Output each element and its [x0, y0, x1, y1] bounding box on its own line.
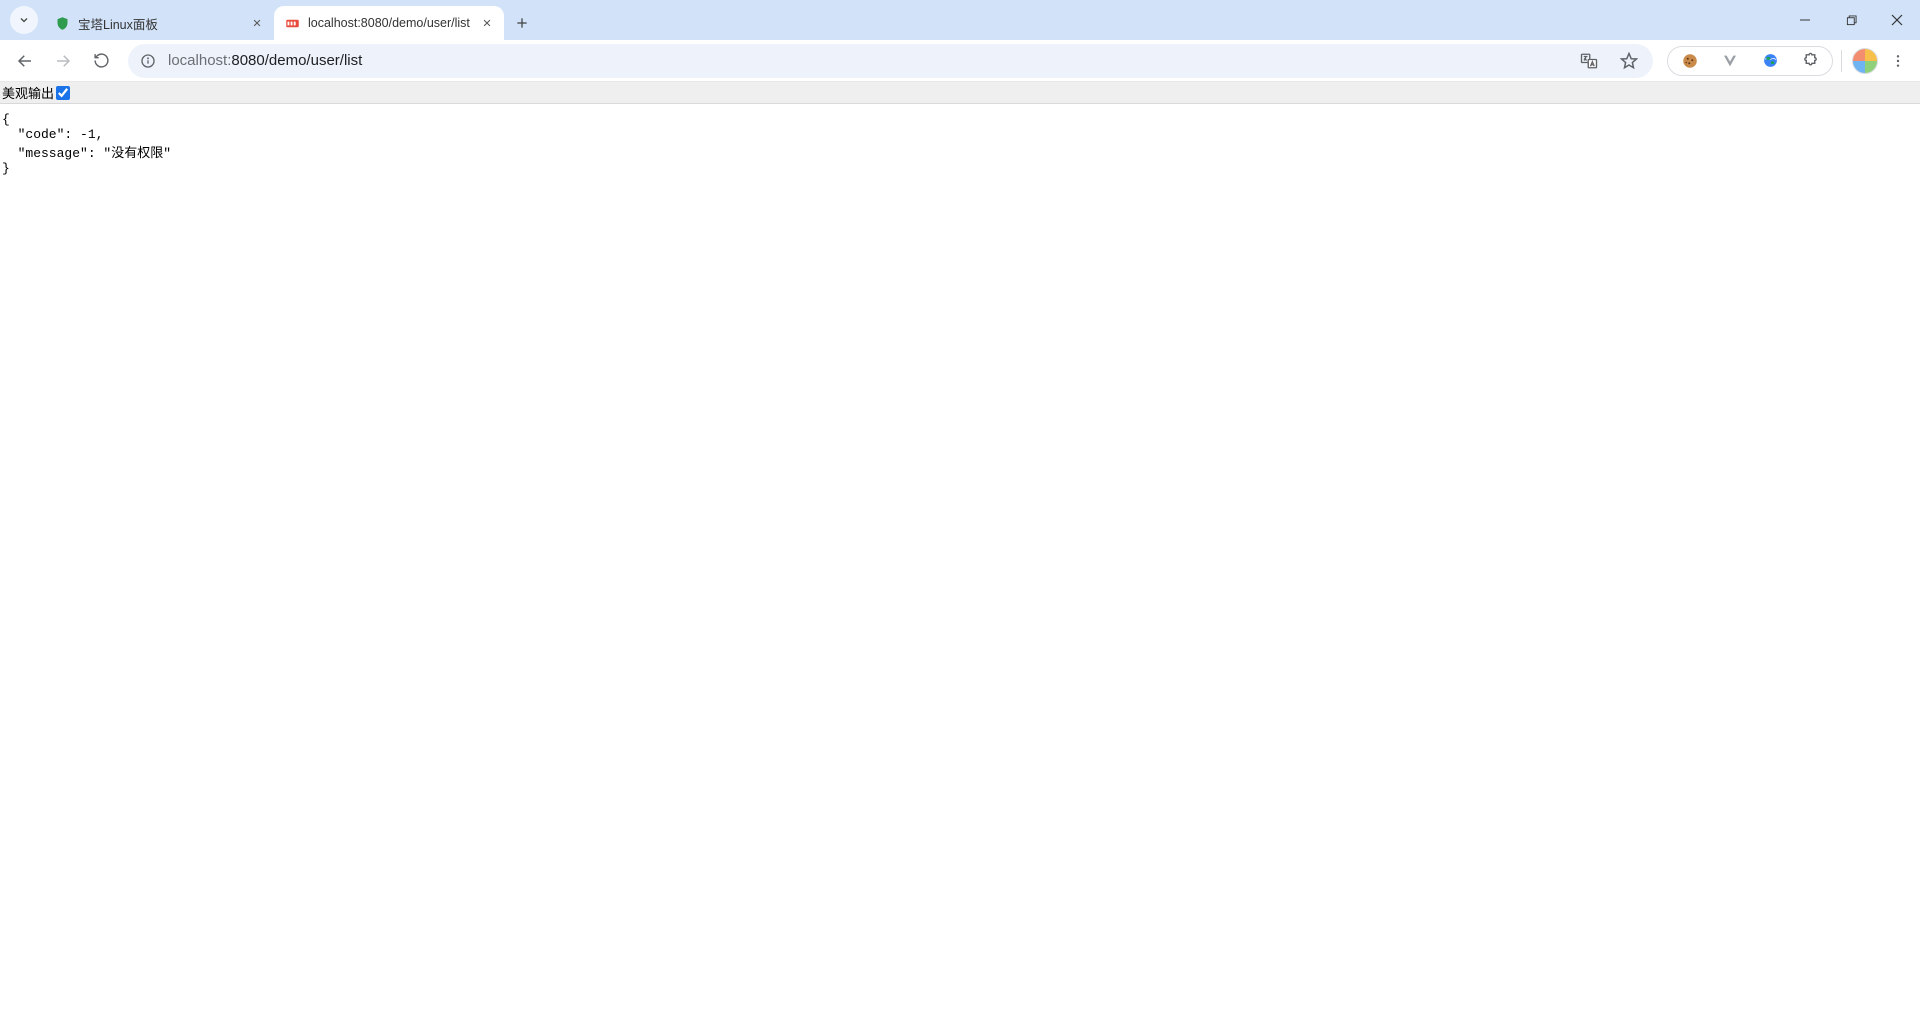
back-button[interactable]	[8, 44, 42, 78]
arrow-left-icon	[16, 52, 34, 70]
extension-cookie-button[interactable]	[1676, 47, 1704, 75]
tab-localhost[interactable]: localhost:8080/demo/user/list	[274, 6, 504, 40]
plus-icon	[515, 16, 529, 30]
window-close-button[interactable]	[1874, 0, 1920, 40]
profile-avatar[interactable]	[1852, 48, 1878, 74]
extension-v-button[interactable]	[1716, 47, 1744, 75]
close-icon	[482, 18, 492, 28]
kebab-icon	[1890, 53, 1906, 69]
forward-button[interactable]	[46, 44, 80, 78]
tab-close-button[interactable]	[478, 14, 496, 32]
v-icon	[1722, 53, 1738, 69]
window-maximize-button[interactable]	[1828, 0, 1874, 40]
url-host: localhost:	[168, 52, 231, 69]
puzzle-icon	[1802, 52, 1819, 69]
cookie-icon	[1681, 52, 1699, 70]
new-tab-button[interactable]	[508, 9, 536, 37]
search-tabs-button[interactable]	[10, 6, 38, 34]
close-icon	[1891, 14, 1903, 26]
browser-menu-button[interactable]	[1884, 47, 1912, 75]
close-icon	[252, 18, 262, 28]
tab-title: localhost:8080/demo/user/list	[308, 16, 470, 30]
arrow-right-icon	[54, 52, 72, 70]
site-info-button[interactable]	[138, 51, 158, 71]
browser-titlebar: 宝塔Linux面板 localhost:8080/demo/user/list	[0, 0, 1920, 40]
tab-close-button[interactable]	[248, 14, 266, 32]
reload-icon	[93, 52, 110, 69]
shield-icon	[54, 15, 70, 31]
star-icon	[1620, 52, 1638, 70]
translate-icon	[1580, 52, 1598, 70]
bookmark-button[interactable]	[1615, 47, 1643, 75]
toolbar-divider	[1841, 50, 1842, 72]
window-minimize-button[interactable]	[1782, 0, 1828, 40]
address-bar[interactable]: localhost:8080/demo/user/list	[128, 44, 1653, 78]
extensions-button[interactable]	[1796, 47, 1824, 75]
chevron-down-icon	[18, 14, 30, 26]
minimize-icon	[1799, 14, 1811, 26]
pretty-print-label: 美观输出	[2, 83, 54, 102]
url-text: localhost:8080/demo/user/list	[168, 52, 1565, 69]
extensions-group	[1667, 46, 1833, 76]
info-icon	[140, 53, 156, 69]
browser-toolbar: localhost:8080/demo/user/list	[0, 40, 1920, 82]
pretty-print-toggle[interactable]: 美观输出	[2, 83, 70, 102]
window-controls	[1782, 0, 1920, 40]
json-response-body: { "code": -1, "message": "没有权限" }	[0, 104, 1920, 184]
json-pretty-bar: 美观输出	[0, 82, 1920, 104]
translate-button[interactable]	[1575, 47, 1603, 75]
tab-title: 宝塔Linux面板	[78, 14, 240, 33]
globe-icon	[1762, 52, 1779, 69]
maximize-icon	[1846, 15, 1857, 26]
pretty-print-checkbox[interactable]	[56, 86, 70, 100]
extension-globe-button[interactable]	[1756, 47, 1784, 75]
reload-button[interactable]	[84, 44, 118, 78]
tab-baota[interactable]: 宝塔Linux面板	[44, 6, 274, 40]
url-path: 8080/demo/user/list	[231, 52, 362, 69]
json-icon	[284, 15, 300, 31]
